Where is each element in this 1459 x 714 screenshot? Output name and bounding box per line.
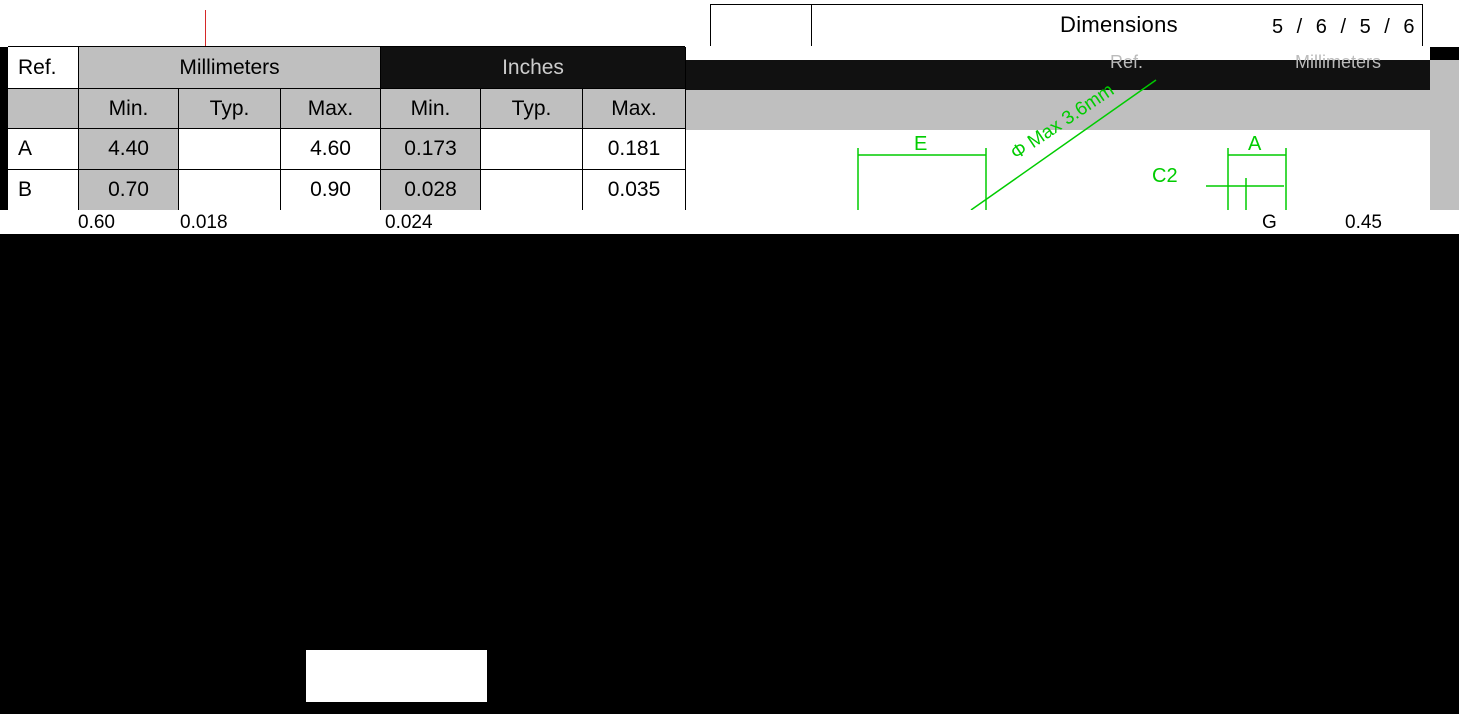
table-cell: 0.70 <box>78 169 178 210</box>
table-cell: 4.60 <box>280 128 380 169</box>
label-c2: C2 <box>1152 165 1178 187</box>
inches-header: Inches <box>380 46 685 88</box>
dimension-table: Ref. Millimeters Inches Min. Typ. Max. M… <box>8 46 685 210</box>
header-divider <box>811 4 812 46</box>
label-a: A <box>1248 133 1262 155</box>
blank-area <box>0 234 1459 714</box>
partial-cell: 0.024 <box>385 212 433 233</box>
table-cell <box>178 128 280 169</box>
diameter-leader <box>970 79 1157 210</box>
label-diameter: Φ Max 3.6mm <box>1007 80 1118 164</box>
table-cell: 0.90 <box>280 169 380 210</box>
red-marker <box>205 10 206 48</box>
table-cell: 4.40 <box>78 128 178 169</box>
package-drawing: E A C2 Φ Max 3.6mm <box>857 79 1287 210</box>
table-cell: 0.173 <box>380 128 480 169</box>
right-edge <box>1430 60 1459 210</box>
col-mm-max: Max. <box>280 88 380 128</box>
table-cell: 0.181 <box>582 128 685 169</box>
table-row-ref: A <box>8 128 78 169</box>
ref-header: Ref. <box>8 46 78 88</box>
table-cell <box>178 169 280 210</box>
col-in-max: Max. <box>582 88 685 128</box>
table-cell <box>480 128 582 169</box>
table-row-ref: B <box>8 169 78 210</box>
col-mm-typ: Typ. <box>178 88 280 128</box>
table-cell: 0.035 <box>582 169 685 210</box>
col-mm-min: Min. <box>78 88 178 128</box>
label-e: E <box>914 133 927 155</box>
partial-cell: 0.60 <box>78 212 115 233</box>
partial-cell: 0.018 <box>180 212 228 233</box>
section-title: Dimensions <box>1060 12 1178 37</box>
partial-value: 0.45 <box>1345 212 1382 233</box>
partial-ref: G <box>1262 212 1277 233</box>
col-in-min: Min. <box>380 88 480 128</box>
table-cell: 0.028 <box>380 169 480 210</box>
col-in-typ: Typ. <box>480 88 582 128</box>
white-box <box>306 650 487 702</box>
page-indicator: 5 / 6 / 5 / 6 <box>1272 16 1419 38</box>
ref-col-blank <box>8 88 78 128</box>
table-cell <box>480 169 582 210</box>
millimeters-header: Millimeters <box>78 46 380 88</box>
